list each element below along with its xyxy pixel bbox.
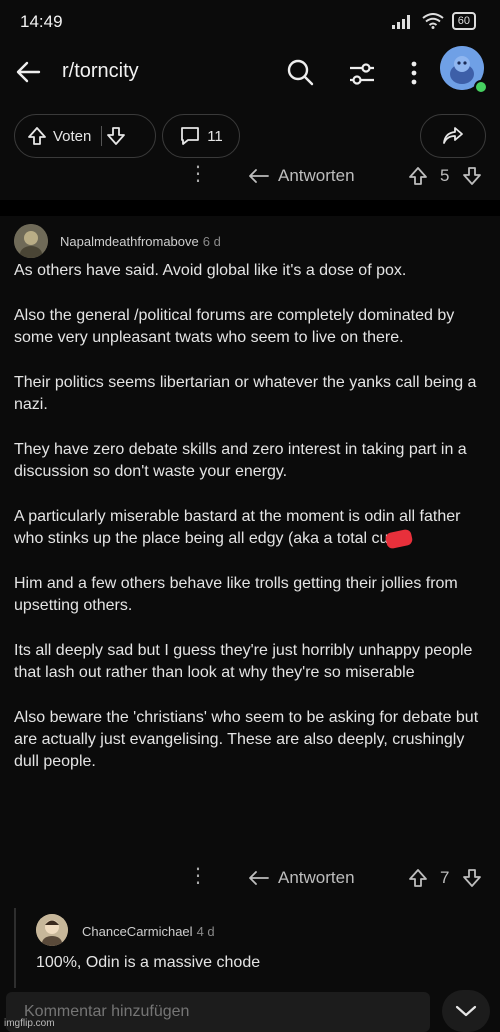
comment-author[interactable]: Napalmdeathfromabove 6 d — [60, 234, 221, 249]
vote-label: Voten — [53, 127, 92, 145]
comment-paragraph: Its all deeply sad but I guess they're j… — [14, 642, 473, 681]
comment-score: 5 — [440, 166, 450, 185]
filter-icon[interactable] — [346, 58, 378, 90]
comment-paragraph: They have zero debate skills and zero in… — [14, 441, 467, 480]
status-time: 14:49 — [20, 12, 63, 31]
subreddit-title[interactable]: r/torncity — [62, 60, 139, 83]
comment-count: 11 — [207, 127, 223, 145]
reply-arrow-icon — [249, 169, 269, 183]
comment-more-icon[interactable]: ⋮ — [188, 164, 208, 184]
reply-body: 100%, Odin is a massive chode — [36, 954, 261, 971]
signal-icon — [391, 15, 410, 29]
previous-comment-actions: ⋮ Antworten 5 — [0, 160, 500, 194]
downvote-icon[interactable] — [462, 868, 482, 888]
status-bar: 14:49 60 — [0, 0, 500, 40]
thread-line[interactable] — [14, 908, 16, 988]
comment-more-icon[interactable]: ⋮ — [188, 866, 208, 886]
post-action-row: Voten 11 — [0, 110, 500, 160]
reply-label: Antworten — [278, 868, 355, 887]
comment-actions: ⋮ Antworten 7 — [0, 862, 500, 896]
downvote-icon[interactable] — [106, 126, 126, 146]
comment-paragraph: Also beware the 'christians' who seem to… — [14, 709, 479, 770]
commenter-avatar[interactable] — [14, 224, 48, 258]
collapse-button[interactable] — [442, 990, 490, 1032]
back-arrow-icon[interactable] — [14, 58, 42, 86]
chevron-down-icon — [455, 1005, 477, 1017]
watermark: imgflip.com — [4, 1018, 55, 1029]
status-icons: 60 — [391, 12, 476, 30]
more-vertical-icon[interactable] — [404, 58, 424, 88]
upvote-icon[interactable] — [408, 166, 428, 186]
comment-score: 7 — [440, 868, 450, 887]
comment-paragraph: As others have said. Avoid global like i… — [14, 262, 407, 279]
reply-label: Antworten — [278, 166, 355, 185]
reply-author[interactable]: ChanceCarmichael 4 d — [82, 924, 215, 939]
vote-separator — [101, 126, 103, 146]
battery-icon: 60 — [451, 12, 476, 30]
reply-username[interactable]: ChanceCarmichael — [82, 924, 193, 939]
comment-age: 6 d — [202, 234, 221, 249]
comment-paragraph: A particularly miserable bastard at the … — [14, 506, 490, 550]
reply-button[interactable]: Antworten — [248, 166, 355, 186]
comments-button[interactable]: 11 — [162, 114, 240, 158]
avatar-icon — [36, 914, 68, 946]
upvote-icon[interactable] — [27, 126, 47, 146]
share-arrow-icon — [443, 127, 463, 144]
avatar-icon — [14, 224, 48, 258]
comment-paragraph: Him and a few others behave like trolls … — [14, 575, 458, 614]
reply-avatar[interactable] — [36, 914, 68, 946]
comment-bubble-icon — [181, 127, 200, 145]
reply-arrow-icon — [249, 871, 269, 885]
comment-composer — [0, 990, 500, 1032]
comment-divider — [0, 200, 500, 216]
vote-pill: Voten — [14, 114, 156, 158]
share-button[interactable] — [420, 114, 486, 158]
comment-paragraph: Also the general /political forums are c… — [14, 307, 455, 346]
redaction-mark — [385, 528, 414, 550]
downvote-icon[interactable] — [462, 166, 482, 186]
comment-username[interactable]: Napalmdeathfromabove — [60, 234, 199, 249]
search-icon[interactable] — [284, 56, 316, 88]
reply-button[interactable]: Antworten — [248, 868, 355, 888]
comment-paragraph: Their politics seems libertarian or what… — [14, 374, 477, 413]
comment-input[interactable] — [6, 992, 430, 1032]
wifi-icon — [422, 13, 444, 29]
reply-age: 4 d — [196, 924, 215, 939]
nested-reply: ChanceCarmichael 4 d 100%, Odin is a mass… — [0, 908, 500, 988]
online-indicator — [474, 80, 488, 94]
app-bar: r/torncity — [0, 40, 500, 104]
comment-body: As others have said. Avoid global like i… — [14, 260, 490, 796]
upvote-icon[interactable] — [408, 868, 428, 888]
